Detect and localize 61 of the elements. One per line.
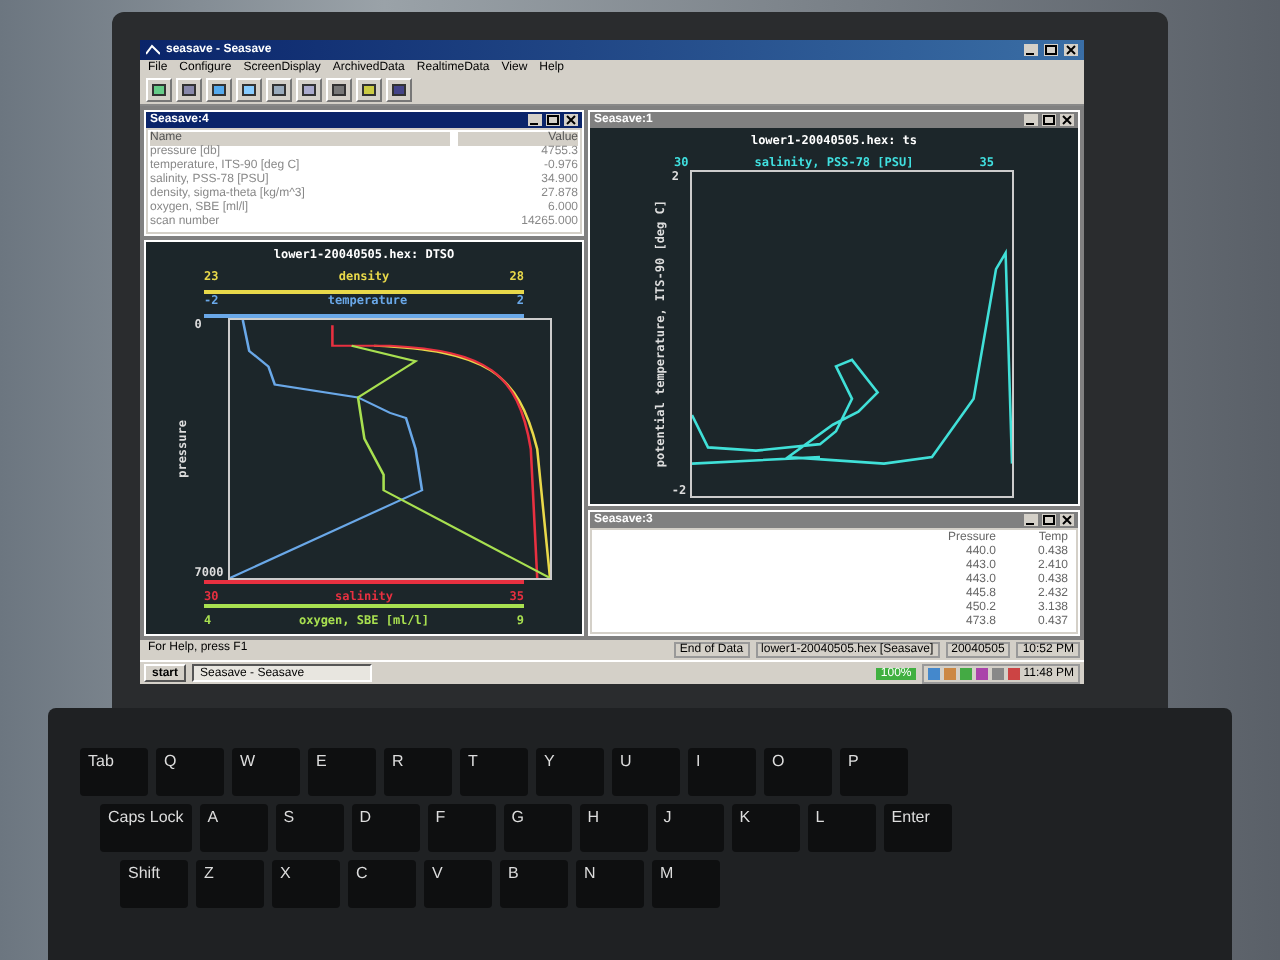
toolbar-icon xyxy=(362,84,376,96)
keyboard-key[interactable]: A xyxy=(199,804,268,852)
maximize-icon[interactable] xyxy=(1042,514,1056,526)
keyboard-key[interactable]: G xyxy=(503,804,572,852)
keyboard-key[interactable]: D xyxy=(351,804,420,852)
toolbar-icon xyxy=(332,84,346,96)
toolbar-button[interactable] xyxy=(326,78,352,102)
minimize-icon[interactable] xyxy=(528,114,542,126)
toolbar-icon xyxy=(242,84,256,96)
keyboard-key[interactable]: Y xyxy=(536,748,604,796)
keyboard-key[interactable]: Z xyxy=(196,860,264,908)
toolbar-button[interactable] xyxy=(206,78,232,102)
toolbar-button[interactable] xyxy=(236,78,262,102)
keyboard-key[interactable]: Shift xyxy=(120,860,188,908)
keyboard-key[interactable]: C xyxy=(348,860,416,908)
keyboard-key[interactable]: K xyxy=(731,804,800,852)
toolbar-icon xyxy=(182,84,196,96)
keyboard-key[interactable]: L xyxy=(807,804,876,852)
keyboard-key[interactable]: S xyxy=(275,804,344,852)
keyboard-key[interactable]: E xyxy=(308,748,376,796)
toolbar-button[interactable] xyxy=(266,78,292,102)
minimize-icon[interactable] xyxy=(1024,44,1038,56)
maximize-icon[interactable] xyxy=(546,114,560,126)
keyboard-key[interactable]: P xyxy=(840,748,908,796)
toolbar-icon xyxy=(302,84,316,96)
keyboard-key[interactable]: N xyxy=(576,860,644,908)
keyboard-key[interactable]: T xyxy=(460,748,528,796)
toolbar-button[interactable] xyxy=(356,78,382,102)
toolbar-button[interactable] xyxy=(386,78,412,102)
maximize-icon[interactable] xyxy=(1044,44,1058,56)
app-icon xyxy=(146,44,160,56)
keyboard-key[interactable]: W xyxy=(232,748,300,796)
keyboard-key[interactable]: Q xyxy=(156,748,224,796)
minimize-icon[interactable] xyxy=(1024,514,1038,526)
keyboard-key[interactable]: Enter xyxy=(883,804,952,852)
toolbar-button[interactable] xyxy=(296,78,322,102)
toolbar-button[interactable] xyxy=(146,78,172,102)
keyboard-key[interactable]: O xyxy=(764,748,832,796)
keyboard-key[interactable]: M xyxy=(652,860,720,908)
keyboard-key[interactable]: Tab xyxy=(80,748,148,796)
toolbar-icon xyxy=(212,84,226,96)
toolbar-icon xyxy=(152,84,166,96)
keyboard-key[interactable]: J xyxy=(655,804,724,852)
keyboard-key[interactable]: F xyxy=(427,804,496,852)
minimize-icon[interactable] xyxy=(1024,114,1038,126)
close-icon[interactable] xyxy=(1064,44,1078,56)
keyboard-key[interactable]: I xyxy=(688,748,756,796)
keyboard-key[interactable]: V xyxy=(424,860,492,908)
close-icon[interactable] xyxy=(564,114,578,126)
toolbar-button[interactable] xyxy=(176,78,202,102)
keyboard-key[interactable]: X xyxy=(272,860,340,908)
toolbar-icon xyxy=(272,84,286,96)
close-icon[interactable] xyxy=(1060,114,1074,126)
keyboard-key[interactable]: Caps Lock xyxy=(100,804,192,852)
keyboard-key[interactable]: R xyxy=(384,748,452,796)
keyboard-key[interactable]: H xyxy=(579,804,648,852)
toolbar-icon xyxy=(392,84,406,96)
close-icon[interactable] xyxy=(1060,514,1074,526)
keyboard-key[interactable]: B xyxy=(500,860,568,908)
keyboard-key[interactable]: U xyxy=(612,748,680,796)
maximize-icon[interactable] xyxy=(1042,114,1056,126)
